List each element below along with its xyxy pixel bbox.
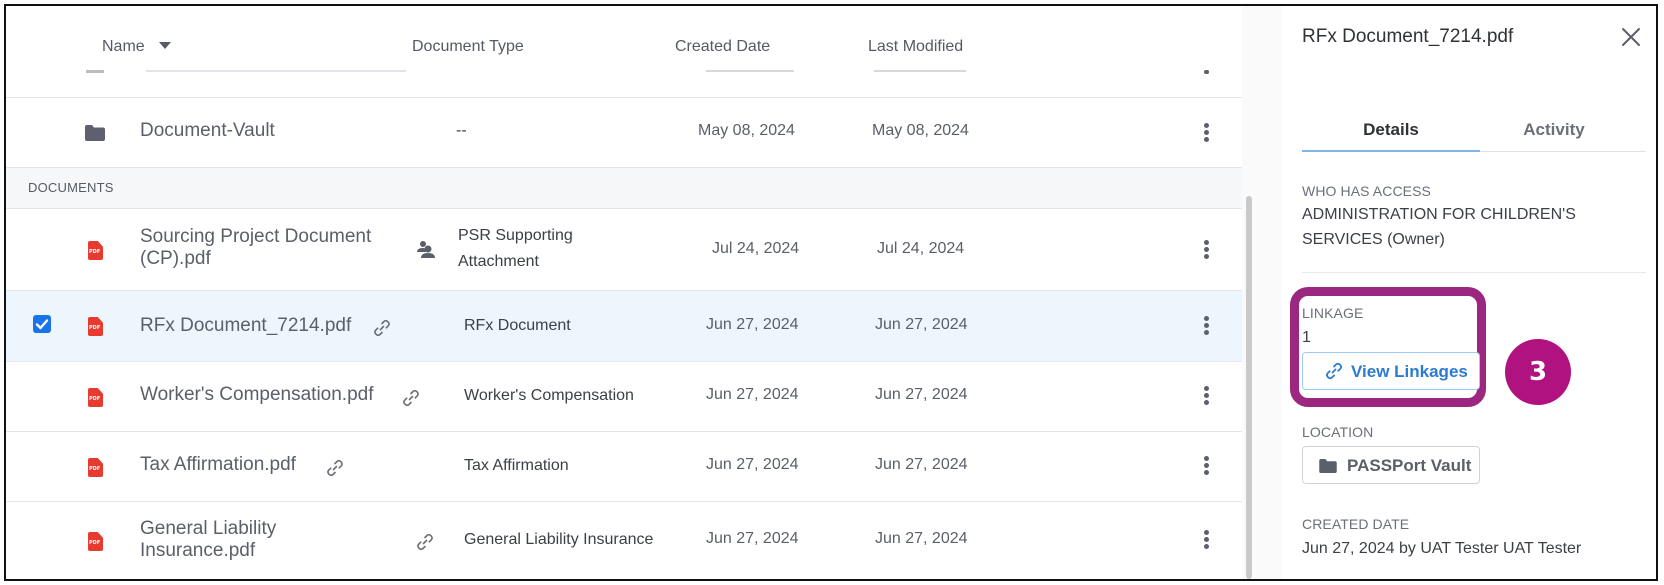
location-button[interactable]: PASSPort Vault <box>1302 446 1480 484</box>
document-name[interactable]: Worker's Compensation.pdf <box>140 384 374 406</box>
document-type: Tax Affirmation <box>464 457 569 474</box>
document-type: RFx Document <box>464 317 571 334</box>
details-panel: RFx Document_7214.pdf Details Activity W… <box>1282 6 1656 579</box>
annotation-step-badge: 3 <box>1505 339 1571 405</box>
column-header-name[interactable]: Name <box>102 38 171 56</box>
tab-activity[interactable]: Activity <box>1480 120 1628 140</box>
last-modified-date: May 08, 2024 <box>872 122 969 139</box>
document-type: General Liability Insurance <box>464 531 654 548</box>
created-date: Jun 27, 2024 <box>706 530 799 547</box>
kebab-menu-icon[interactable] <box>1200 385 1212 407</box>
folder-icon <box>1319 459 1337 473</box>
section-header-documents: DOCUMENTS <box>6 168 1242 209</box>
table-row-document[interactable]: PDF Sourcing Project Document (CP).pdf P… <box>6 209 1242 291</box>
link-icon <box>374 319 390 337</box>
document-name[interactable]: Tax Affirmation.pdf <box>140 454 296 476</box>
documents-table: Name Document Type Created Date Last Mod… <box>6 6 1242 579</box>
table-row-document[interactable]: PDF Worker's Compensation.pdf Worker's C… <box>6 362 1242 432</box>
folder-icon <box>86 70 104 73</box>
link-icon <box>327 459 343 477</box>
table-row-partial[interactable] <box>6 70 1242 98</box>
created-date: Jun 27, 2024 <box>706 456 799 473</box>
linkage-label: LINKAGE <box>1302 305 1364 321</box>
scrollbar-thumb[interactable] <box>1246 196 1252 579</box>
folder-name[interactable]: Document-Vault <box>140 120 275 142</box>
table-header: Name Document Type Created Date Last Mod… <box>6 24 1242 70</box>
pdf-file-icon: PDF <box>88 458 103 477</box>
created-date-value: Jun 27, 2024 by UAT Tester UAT Tester <box>1302 540 1582 557</box>
panel-title: RFx Document_7214.pdf <box>1302 26 1514 47</box>
who-has-access-value: ADMINISTRATION FOR CHILDREN'S SERVICES (… <box>1302 206 1576 248</box>
column-header-created-date[interactable]: Created Date <box>675 38 770 56</box>
last-modified-date: Jun 27, 2024 <box>875 456 968 473</box>
pdf-file-icon: PDF <box>88 532 103 551</box>
kebab-menu-icon[interactable] <box>1204 70 1209 74</box>
last-modified-date: Jul 24, 2024 <box>877 240 965 257</box>
table-row-document-selected[interactable]: PDF RFx Document_7214.pdf RFx Document J… <box>6 291 1242 362</box>
link-icon <box>403 389 419 407</box>
created-date: Jul 24, 2024 <box>712 240 800 257</box>
panel-tabs: Details Activity <box>1302 112 1646 152</box>
kebab-menu-icon[interactable] <box>1200 239 1212 261</box>
view-linkages-button[interactable]: View Linkages <box>1302 352 1480 390</box>
created-date: Jun 27, 2024 <box>706 316 799 333</box>
last-modified-date: Jun 27, 2024 <box>875 530 968 547</box>
column-header-last-modified[interactable]: Last Modified <box>868 38 963 56</box>
checkmark-icon <box>35 319 49 330</box>
kebab-menu-icon[interactable] <box>1200 315 1212 337</box>
pdf-file-icon: PDF <box>88 388 103 407</box>
document-type: Worker's Compensation <box>464 387 634 404</box>
created-date-label: CREATED DATE <box>1302 516 1410 532</box>
kebab-menu-icon[interactable] <box>1200 455 1212 477</box>
app-frame: Name Document Type Created Date Last Mod… <box>4 4 1658 581</box>
last-modified-date: Jun 27, 2024 <box>875 386 968 403</box>
tab-details[interactable]: Details <box>1302 120 1480 152</box>
created-date: Jun 27, 2024 <box>706 386 799 403</box>
who-has-access-label: WHO HAS ACCESS <box>1302 183 1431 199</box>
document-name[interactable]: General Liability Insurance.pdf <box>140 518 340 562</box>
link-icon <box>1326 362 1342 380</box>
last-modified-date: Jun 27, 2024 <box>875 316 968 333</box>
close-icon[interactable] <box>1620 26 1642 48</box>
table-row-document[interactable]: PDF Tax Affirmation.pdf Tax Affirmation … <box>6 432 1242 502</box>
sort-descending-icon[interactable] <box>158 42 171 49</box>
location-label: LOCATION <box>1302 424 1374 440</box>
document-name[interactable]: RFx Document_7214.pdf <box>140 315 351 337</box>
pdf-file-icon: PDF <box>88 317 103 336</box>
kebab-menu-icon[interactable] <box>1200 122 1212 144</box>
link-icon <box>417 533 433 551</box>
pdf-file-icon: PDF <box>88 241 103 260</box>
divider <box>1302 272 1646 273</box>
document-type: PSR Supporting Attachment <box>458 227 573 270</box>
table-row-folder[interactable]: Document-Vault -- May 08, 2024 May 08, 2… <box>6 98 1242 168</box>
row-checkbox[interactable] <box>33 315 51 333</box>
linkage-count: 1 <box>1302 329 1311 346</box>
kebab-menu-icon[interactable] <box>1200 529 1212 551</box>
folder-icon <box>85 125 105 141</box>
table-row-document[interactable]: PDF General Liability Insurance.pdf Gene… <box>6 502 1242 579</box>
document-type: -- <box>456 122 467 139</box>
document-name[interactable]: Sourcing Project Document (CP).pdf <box>140 226 390 270</box>
column-header-document-type[interactable]: Document Type <box>412 38 524 56</box>
shared-users-icon <box>417 241 435 258</box>
created-date: May 08, 2024 <box>698 122 795 139</box>
